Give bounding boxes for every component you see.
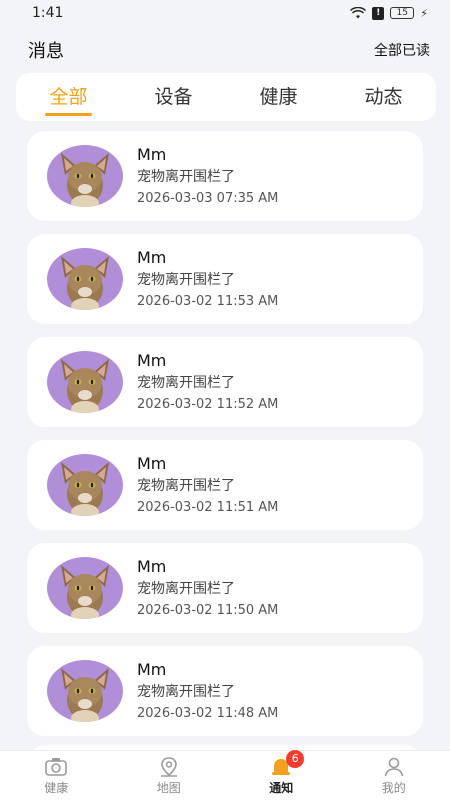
pet-name: Mm <box>137 247 167 267</box>
battery-icon: 15 <box>390 7 415 19</box>
pet-avatar <box>47 145 123 207</box>
notification-time: 2026-03-03 07:35 AM <box>137 190 279 206</box>
page-title: 消息 <box>28 41 64 62</box>
pet-avatar <box>47 660 123 722</box>
status-icons: ! 15 ⚡ <box>350 6 428 20</box>
status-bar: 1:41 ! 15 ⚡ <box>0 0 450 26</box>
notification-time: 2026-03-02 11:50 AM <box>137 602 279 618</box>
notification-badge: 6 <box>286 749 305 768</box>
category-tabs: 全部 设备 健康 动态 <box>16 73 436 121</box>
cat-icon <box>61 153 109 207</box>
pet-avatar <box>47 248 123 310</box>
cat-icon <box>61 565 109 619</box>
notification-message: 宠物离开围栏了 <box>137 477 235 494</box>
pet-avatar <box>47 557 123 619</box>
wifi-icon <box>350 7 367 19</box>
notification-text: Mm 宠物离开围栏了 2026-03-02 11:51 AM <box>137 453 278 518</box>
notification-time: 2026-03-02 11:51 AM <box>137 499 279 515</box>
pet-name: Mm <box>137 144 167 164</box>
pet-name: Mm <box>137 556 167 576</box>
notification-text: Mm 宠物离开围栏了 2026-03-02 11:53 AM <box>137 247 278 312</box>
notification-time: 2026-03-02 11:53 AM <box>137 293 279 309</box>
map-pin-icon <box>160 756 177 777</box>
tab-health[interactable]: 健康 <box>253 73 303 121</box>
nav-label: 通知 <box>269 780 294 795</box>
notification-message: 宠物离开围栏了 <box>137 580 235 597</box>
notification-time: 2026-03-02 11:48 AM <box>137 705 279 721</box>
cat-icon <box>61 462 109 516</box>
notification-card[interactable]: Mm 宠物离开围栏了 2026-03-02 11:50 AM <box>27 543 423 633</box>
notification-time: 2026-03-02 11:52 AM <box>137 396 279 412</box>
header: 消息 全部已读 <box>0 36 450 64</box>
tab-all[interactable]: 全部 <box>43 73 93 121</box>
nav-label: 健康 <box>44 780 69 795</box>
pet-name: Mm <box>137 350 167 370</box>
notification-card[interactable]: Mm 宠物离开围栏了 2026-03-03 07:35 AM <box>27 131 423 221</box>
cat-icon <box>61 668 109 722</box>
notification-card[interactable]: Mm 宠物离开围栏了 2026-03-02 11:53 AM <box>27 234 423 324</box>
notification-text: Mm 宠物离开围栏了 2026-03-02 11:52 AM <box>137 350 278 415</box>
notification-text: Mm 宠物离开围栏了 2026-03-02 11:48 AM <box>137 659 278 724</box>
nav-label: 我的 <box>381 780 406 795</box>
pet-name: Mm <box>137 453 167 473</box>
bottom-nav: 健康 地图 6 通知 我的 <box>0 749 450 800</box>
nav-health[interactable]: 健康 <box>21 756 91 796</box>
mark-all-read-button[interactable]: 全部已读 <box>374 40 430 60</box>
cat-icon <box>61 256 109 310</box>
cat-icon <box>61 359 109 413</box>
notification-card[interactable]: Mm 宠物离开围栏了 2026-03-02 11:51 AM <box>27 440 423 530</box>
tab-device[interactable]: 设备 <box>148 73 198 121</box>
notification-list: Mm 宠物离开围栏了 2026-03-03 07:35 AM Mm 宠物离开围栏… <box>27 131 423 749</box>
nav-map[interactable]: 地图 <box>134 756 204 796</box>
notification-message: 宠物离开围栏了 <box>137 271 235 288</box>
notification-message: 宠物离开围栏了 <box>137 683 235 700</box>
battery-level: 15 <box>396 8 408 18</box>
user-icon <box>384 757 404 776</box>
pet-avatar <box>47 351 123 413</box>
status-time: 1:41 <box>32 5 64 21</box>
tab-activity[interactable]: 动态 <box>358 73 408 121</box>
pet-avatar <box>47 454 123 516</box>
notification-text: Mm 宠物离开围栏了 2026-03-03 07:35 AM <box>137 144 278 209</box>
camera-icon <box>45 757 68 776</box>
alert-icon: ! <box>372 6 385 20</box>
notification-message: 宠物离开围栏了 <box>137 168 235 185</box>
nav-label: 地图 <box>156 780 181 795</box>
notification-message: 宠物离开围栏了 <box>137 374 235 391</box>
notification-card[interactable]: Mm 宠物离开围栏了 2026-03-02 11:48 AM <box>27 646 423 736</box>
pet-name: Mm <box>137 659 167 679</box>
notification-text: Mm 宠物离开围栏了 2026-03-02 11:50 AM <box>137 556 278 621</box>
notification-card[interactable]: Mm 宠物离开围栏了 2026-03-02 11:52 AM <box>27 337 423 427</box>
nav-notifications[interactable]: 6 通知 <box>246 749 316 796</box>
nav-profile[interactable]: 我的 <box>359 756 429 796</box>
charging-icon: ⚡ <box>420 6 428 20</box>
